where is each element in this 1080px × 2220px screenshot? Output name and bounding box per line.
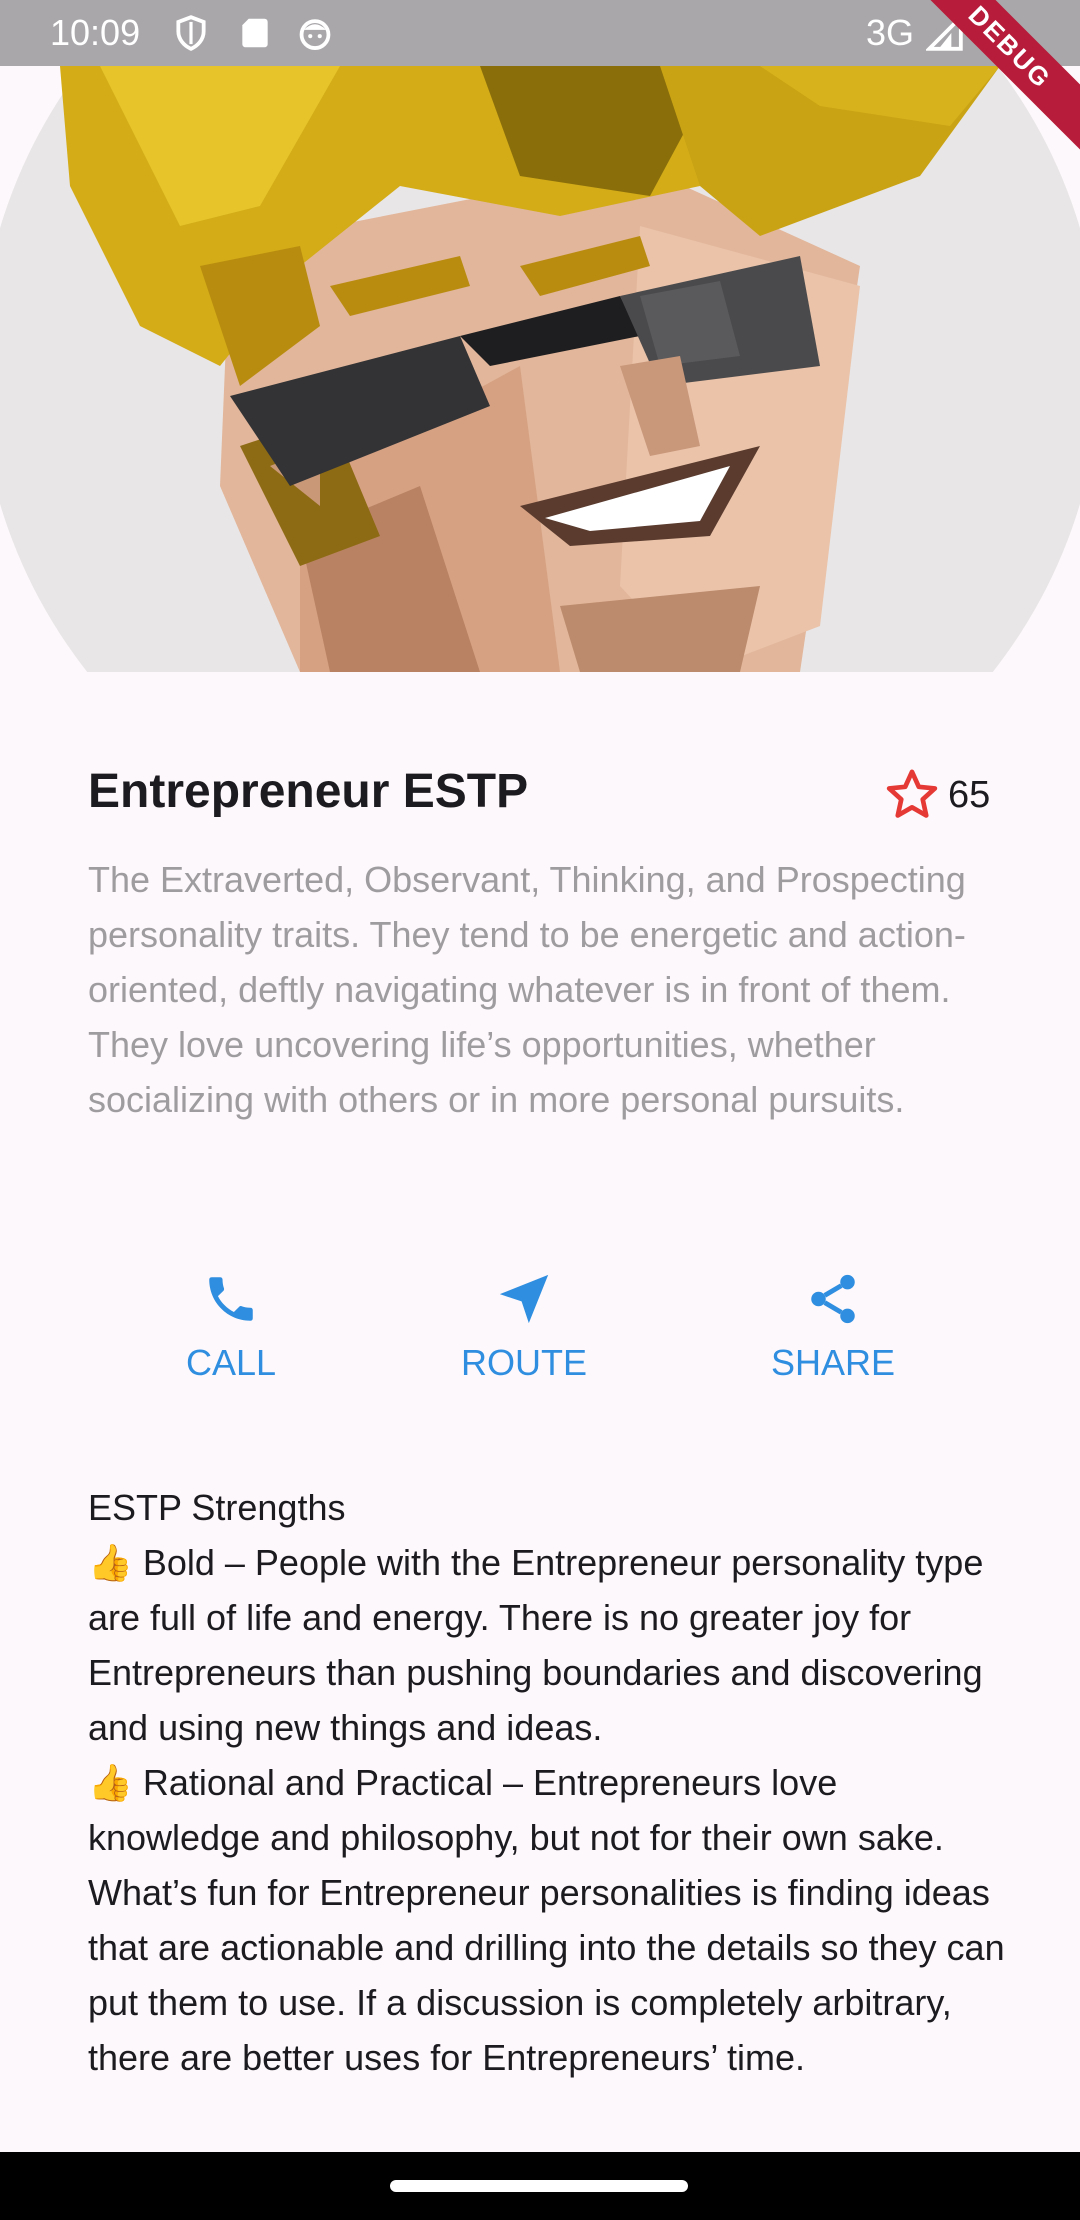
strength-item: 👍 Bold – People with the Entrepreneur pe…: [88, 1542, 984, 1748]
hero-image: [0, 66, 1080, 672]
call-button[interactable]: CALL: [121, 1270, 341, 1384]
route-button[interactable]: ROUTE: [414, 1270, 634, 1384]
phone-icon: [209, 1277, 253, 1321]
route-label: ROUTE: [461, 1342, 587, 1383]
strengths-section: ESTP Strengths 👍 Bold – People with the …: [88, 1480, 1008, 2085]
share-label: SHARE: [770, 1342, 896, 1383]
sd-card-icon: [242, 18, 268, 48]
action-bar: CALL ROUTE SHARE: [0, 1270, 1080, 1400]
share-button[interactable]: SHARE: [723, 1270, 943, 1384]
personality-description: The Extraverted, Observant, Thinking, an…: [88, 859, 966, 1120]
strength-item: 👍 Rational and Practical – Entrepreneurs…: [88, 1762, 1005, 2078]
strengths-heading: ESTP Strengths: [88, 1487, 346, 1528]
shield-icon: [176, 15, 206, 51]
star-outline-icon[interactable]: [884, 766, 940, 822]
navigation-icon: [499, 1274, 549, 1324]
page-title: Entrepreneur ESTP: [88, 765, 529, 818]
network-type: 3G: [866, 12, 915, 53]
entrepreneur-avatar-illustration: [0, 66, 1080, 672]
favorite-count: 65: [948, 774, 991, 816]
system-navigation-bar: [0, 2152, 1080, 2220]
status-bar: 10:09 3G: [0, 0, 1080, 66]
status-time: 10:09: [50, 12, 141, 53]
home-gesture-handle[interactable]: [390, 2180, 688, 2192]
call-label: CALL: [185, 1342, 277, 1383]
face-icon: [299, 19, 331, 50]
share-icon: [811, 1274, 855, 1324]
